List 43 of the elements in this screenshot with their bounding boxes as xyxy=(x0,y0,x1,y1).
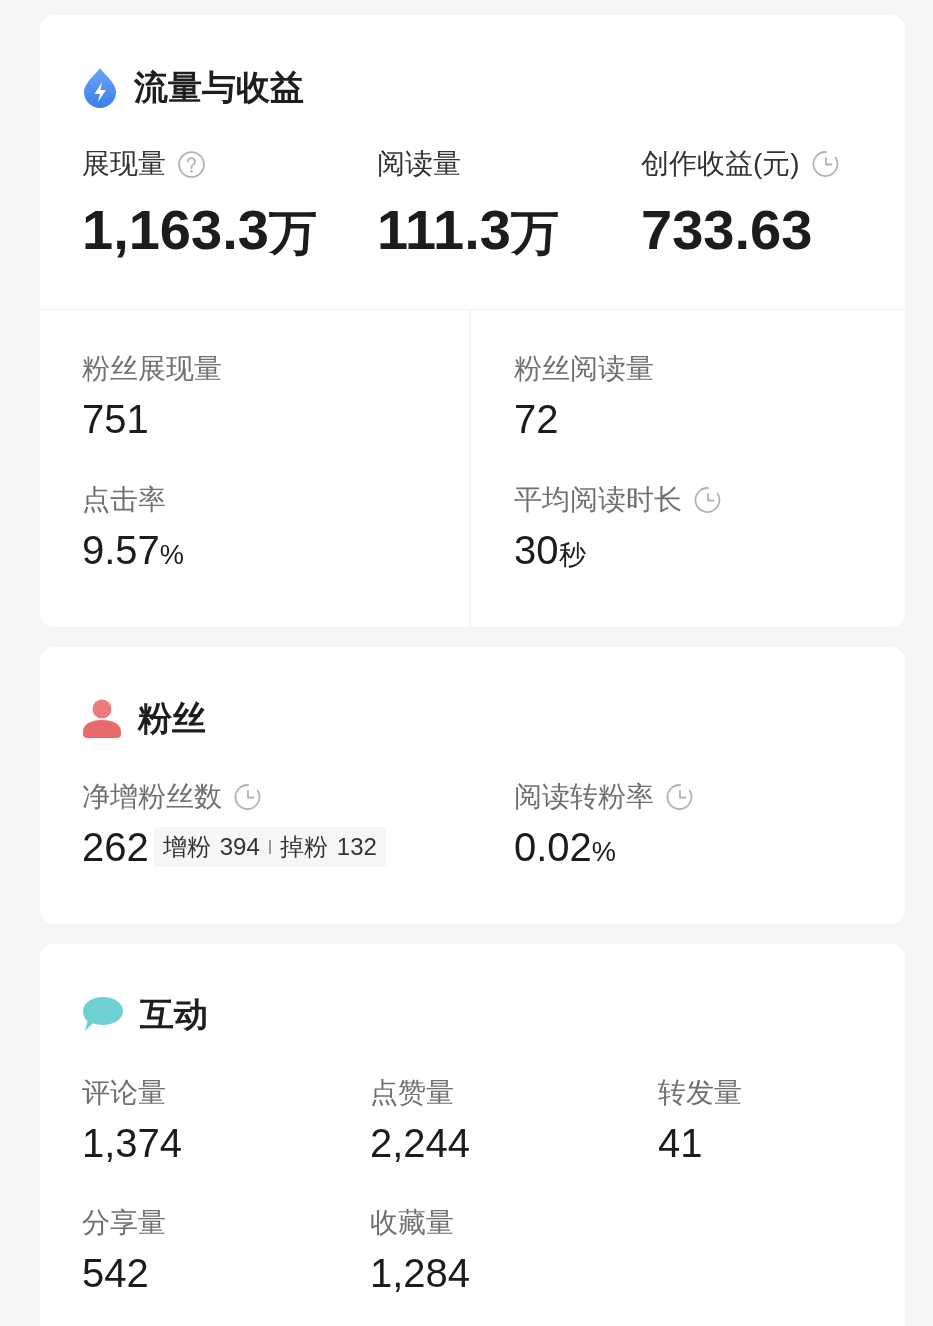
metric-label: 评论量 xyxy=(82,1076,166,1110)
metric-value: 542 xyxy=(82,1250,149,1297)
metric-value: 751 xyxy=(82,396,149,443)
metric-label: 粉丝展现量 xyxy=(82,352,222,386)
metric-value: 41 xyxy=(658,1120,703,1167)
metric-value: 0.02% xyxy=(514,824,617,871)
metric-value: 72 xyxy=(514,396,559,443)
change-label: 增粉 xyxy=(162,832,211,862)
change-label: 掉粉 xyxy=(279,832,328,862)
metric-value: 1,374 xyxy=(82,1120,183,1167)
metric-label: 平均阅读时长 xyxy=(514,483,682,517)
metric-label: 收藏量 xyxy=(370,1206,454,1240)
metric-label: 创作收益(元) xyxy=(641,147,800,181)
metric-label: 展现量 xyxy=(82,147,166,181)
section-title: 流量与收益 xyxy=(134,67,304,108)
metric-value: 30秒 xyxy=(514,527,586,574)
metric-label: 点击率 xyxy=(82,483,166,517)
metric-value: 2,244 xyxy=(370,1120,471,1167)
metric-value: 1,284 xyxy=(370,1250,471,1297)
help-icon[interactable] xyxy=(178,150,205,178)
change-value: 394 xyxy=(219,833,260,861)
metric-value: 111.3万 xyxy=(377,200,559,262)
clock-icon[interactable] xyxy=(811,150,840,178)
speech-bubble-icon xyxy=(82,996,124,1032)
clock-icon[interactable] xyxy=(666,783,694,811)
metric-value: 733.63 xyxy=(641,200,813,260)
person-icon xyxy=(82,698,122,738)
section-title: 粉丝 xyxy=(138,698,206,739)
metric-label: 阅读量 xyxy=(377,147,461,181)
metric-label: 净增粉丝数 xyxy=(82,780,222,814)
clock-icon[interactable] xyxy=(694,486,722,514)
metric-label: 点赞量 xyxy=(370,1076,454,1110)
metric-value: 9.57% xyxy=(82,527,185,574)
metric-value: 1,163.3万 xyxy=(82,200,317,262)
clock-icon[interactable] xyxy=(234,783,262,811)
metric-label: 分享量 xyxy=(82,1206,166,1240)
change-value: 132 xyxy=(336,833,377,861)
metric-label: 粉丝阅读量 xyxy=(514,352,654,386)
metric-label: 阅读转粉率 xyxy=(514,780,654,814)
metric-label: 转发量 xyxy=(658,1076,742,1110)
lightning-drop-icon xyxy=(82,66,118,108)
section-title: 互动 xyxy=(140,994,208,1035)
metric-value: 262 xyxy=(82,824,149,871)
